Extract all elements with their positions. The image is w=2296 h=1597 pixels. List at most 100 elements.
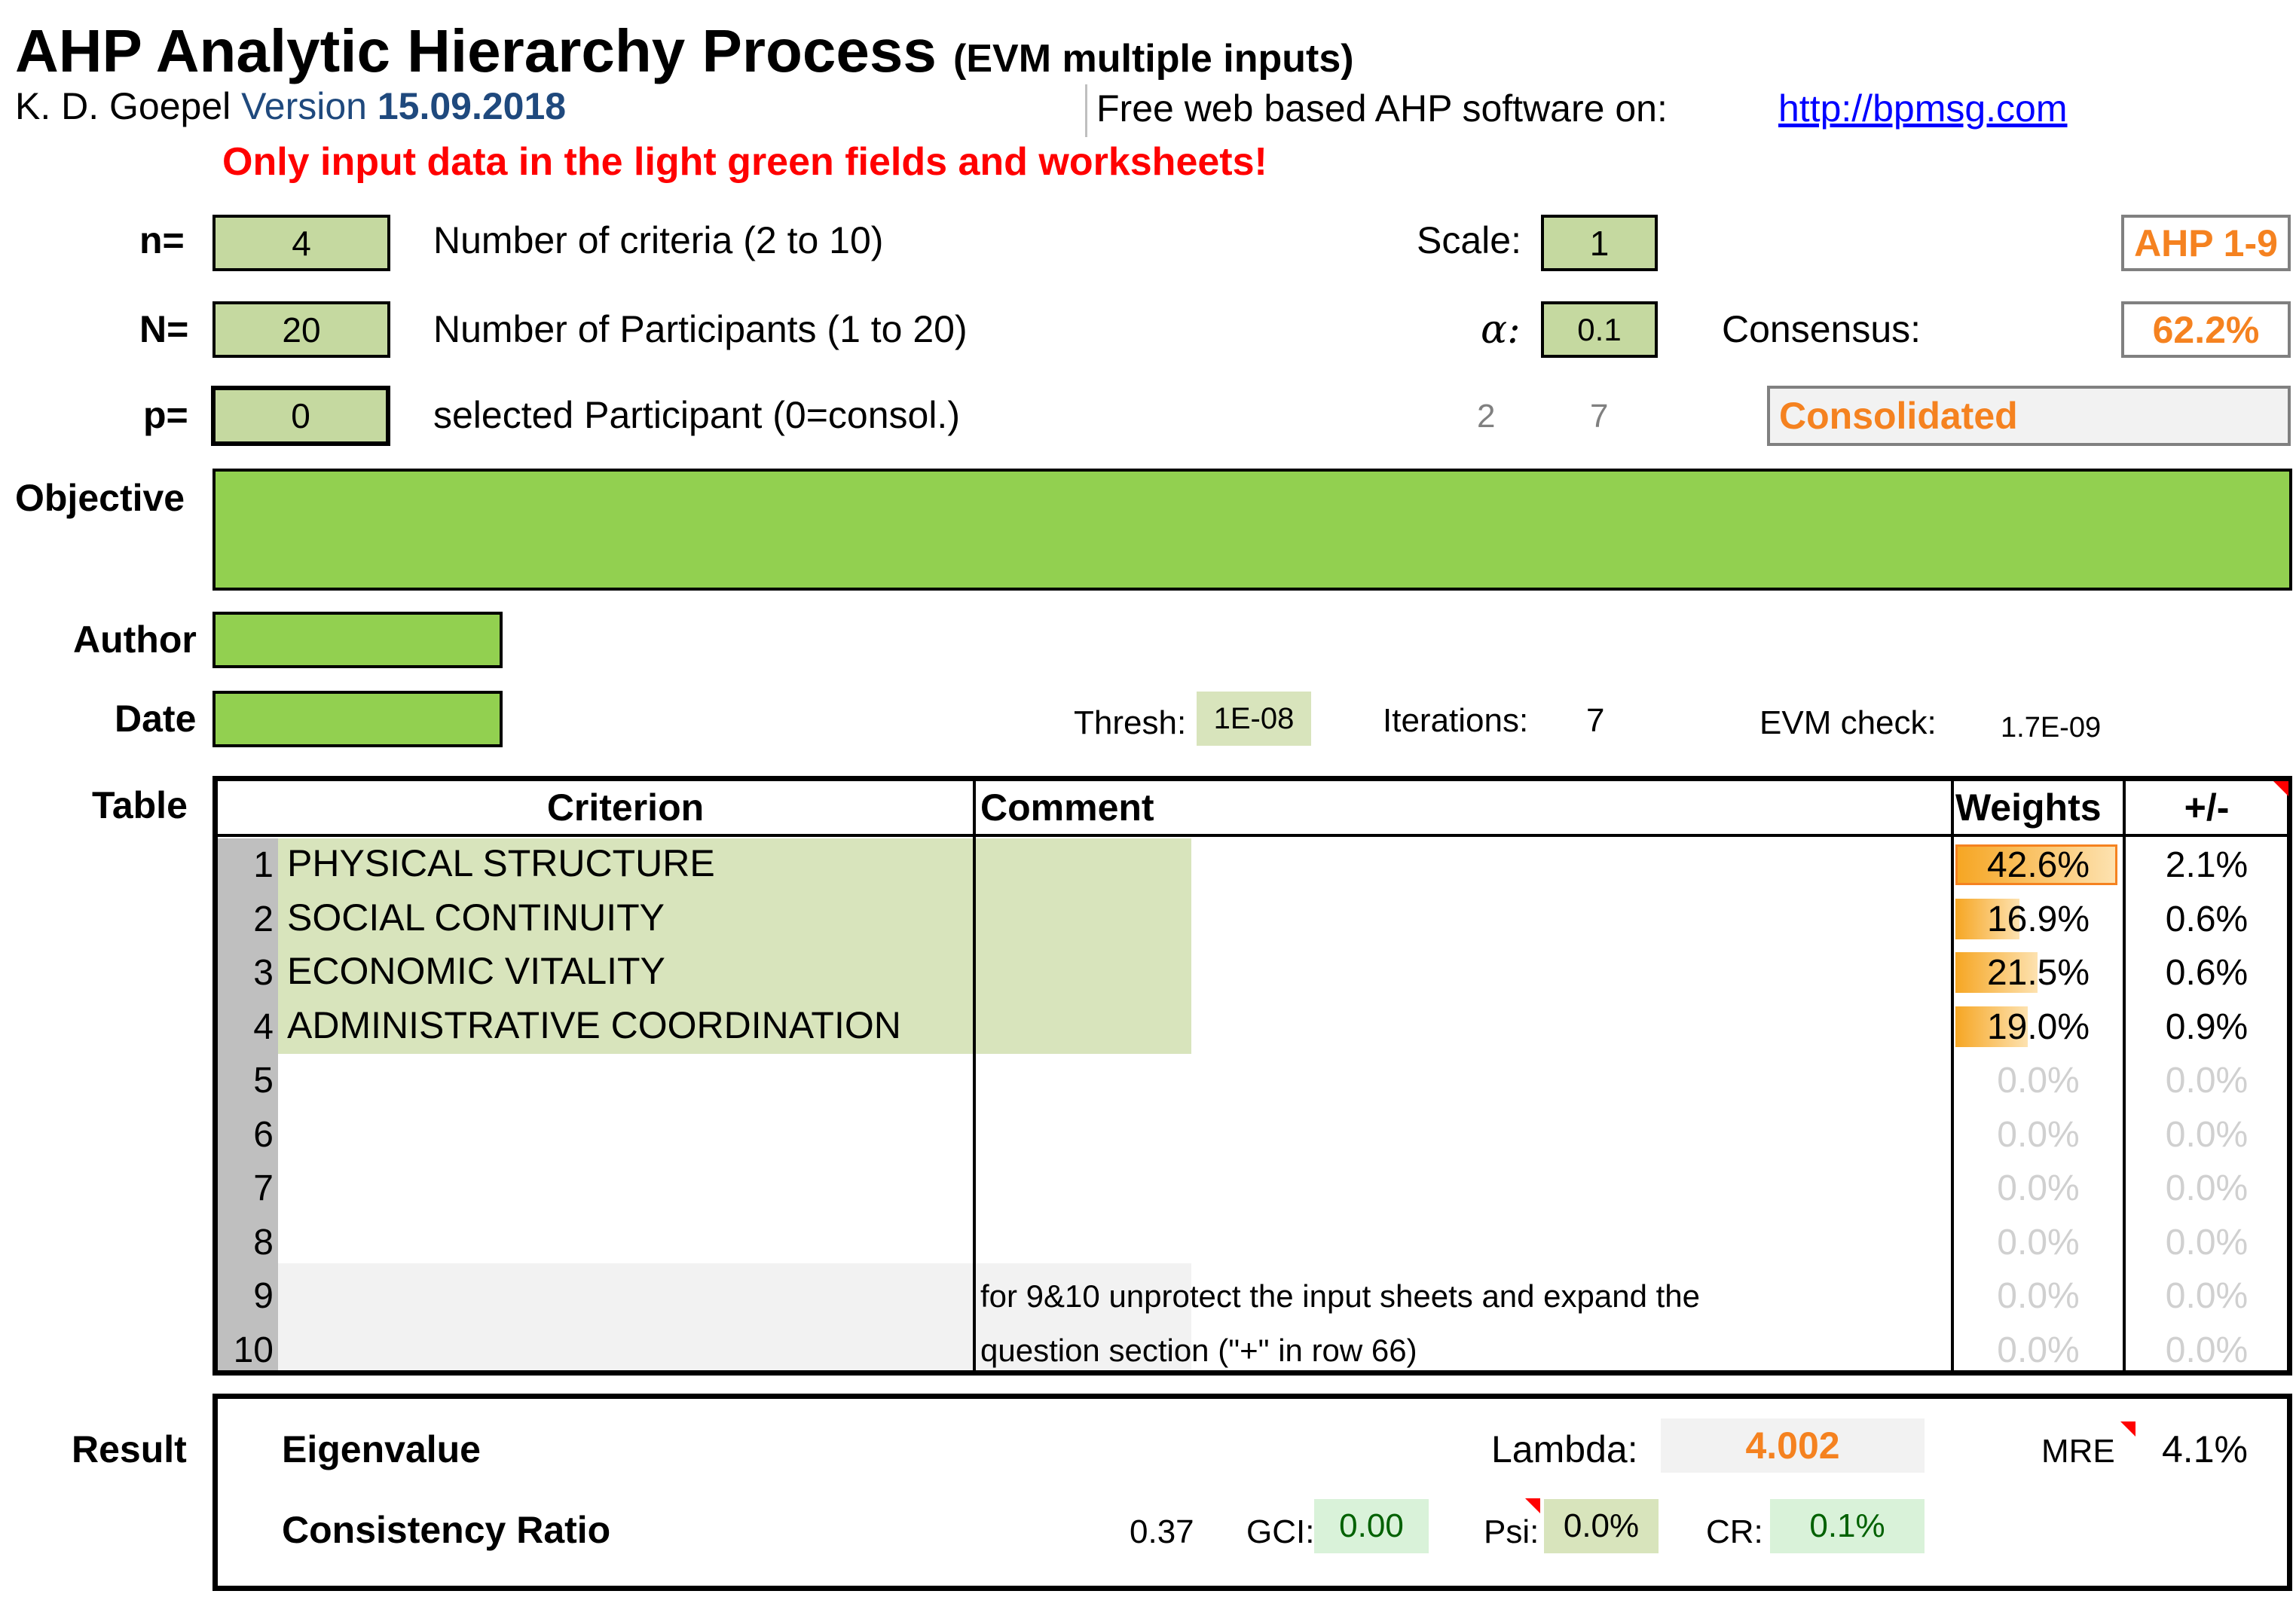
plus-minus-cell: 2.1% xyxy=(2165,845,2249,885)
web-text: Free web based AHP software on: xyxy=(1096,87,1668,130)
comment-cell[interactable]: question section ("+" in row 66) xyxy=(980,1333,1417,1369)
row-number: 10 xyxy=(233,1330,274,1370)
plus-minus-cell: 0.9% xyxy=(2165,1006,2249,1047)
row-number: 5 xyxy=(253,1061,274,1101)
row-number: 8 xyxy=(253,1222,274,1263)
plus-minus-cell: 0.6% xyxy=(2165,953,2249,993)
plus-minus-cell: 0.0% xyxy=(2165,1114,2249,1155)
thresh-label: Thresh: xyxy=(1074,704,1187,741)
p-input[interactable]: 0 xyxy=(211,386,390,446)
p-label: p= xyxy=(143,394,188,436)
date-label: Date xyxy=(115,698,197,740)
date-input[interactable] xyxy=(212,691,503,747)
scale-input[interactable]: 1 xyxy=(1541,215,1658,271)
thresh-value[interactable]: 1E-08 xyxy=(1197,692,1311,746)
row-number: 4 xyxy=(253,1006,274,1047)
row-number: 3 xyxy=(253,953,274,993)
psi-marker xyxy=(1525,1498,1540,1513)
mre-marker xyxy=(2120,1421,2135,1437)
criterion-cell[interactable]: ADMINISTRATIVE COORDINATION xyxy=(287,1003,901,1047)
result-box: Eigenvalue Lambda: 4.002 MRE 4.1% Consis… xyxy=(212,1394,2292,1591)
ri-value: 0.37 xyxy=(1130,1513,1194,1550)
alpha-input[interactable]: 0.1 xyxy=(1541,301,1658,358)
author-label: Author xyxy=(73,618,197,661)
objective-input[interactable] xyxy=(212,469,2292,591)
consistency-ratio-label: Consistency Ratio xyxy=(282,1509,611,1551)
cr-value: 0.1% xyxy=(1770,1499,1925,1553)
iterations-value: 7 xyxy=(1586,702,1605,739)
weight-cell: 0.0% xyxy=(1997,1061,2080,1101)
plus-minus-cell: 0.0% xyxy=(2165,1330,2249,1370)
author-version: K. D. Goepel Version 15.09.2018 xyxy=(15,84,566,128)
p-desc: selected Participant (0=consol.) xyxy=(433,394,960,436)
row-number: 7 xyxy=(253,1168,274,1208)
consensus-label: Consensus: xyxy=(1722,308,1921,350)
psi-label: Psi: xyxy=(1484,1513,1539,1550)
aux-value-2: 7 xyxy=(1590,398,1609,435)
criteria-table: Criterion Comment Weights +/- 1 PHYSICAL … xyxy=(212,776,2292,1376)
alpha-label: α: xyxy=(1481,307,1521,353)
mre-label: MRE xyxy=(2041,1433,2115,1470)
N-label: N= xyxy=(139,308,189,350)
psi-value: 0.0% xyxy=(1544,1499,1659,1553)
header-rule xyxy=(218,834,2287,837)
title-main: AHP Analytic Hierarchy Process xyxy=(15,17,937,84)
weight-cell: 0.0% xyxy=(1997,1168,2080,1208)
plus-minus-cell: 0.0% xyxy=(2165,1168,2249,1208)
weight-cell: 0.0% xyxy=(1997,1114,2080,1155)
aux-value-1: 2 xyxy=(1477,398,1496,435)
row-number: 1 xyxy=(253,845,274,885)
author-input[interactable] xyxy=(212,612,503,668)
iterations-label: Iterations: xyxy=(1383,702,1529,739)
lambda-value: 4.002 xyxy=(1661,1418,1925,1473)
table-label: Table xyxy=(92,784,188,826)
header-criterion: Criterion xyxy=(546,786,705,829)
row-number: 9 xyxy=(253,1276,274,1316)
consensus-value: 62.2% xyxy=(2121,301,2291,358)
evm-value: 1.7E-09 xyxy=(2001,712,2102,744)
plus-minus-cell: 0.0% xyxy=(2165,1276,2249,1316)
scale-label: Scale: xyxy=(1417,219,1521,261)
weight-cell: 0.0% xyxy=(1997,1222,2080,1263)
plus-minus-cell: 0.0% xyxy=(2165,1061,2249,1101)
plus-minus-cell: 0.0% xyxy=(2165,1222,2249,1263)
lambda-label: Lambda: xyxy=(1491,1428,1638,1470)
objective-label: Objective xyxy=(15,477,185,519)
criterion-cell[interactable]: ECONOMIC VITALITY xyxy=(287,949,665,993)
col-divider-1 xyxy=(973,781,976,1370)
weight-cell: 0.0% xyxy=(1997,1276,2080,1316)
version-label: Version xyxy=(241,85,367,127)
weight-cell: 42.6% xyxy=(1986,845,2090,885)
criterion-cell[interactable]: SOCIAL CONTINUITY xyxy=(287,896,665,939)
N-desc: Number of Participants (1 to 20) xyxy=(433,308,968,350)
n-desc: Number of criteria (2 to 10) xyxy=(433,219,884,261)
version-value: 15.09.2018 xyxy=(377,85,567,127)
criterion-cell[interactable]: PHYSICAL STRUCTURE xyxy=(287,841,715,885)
comment-cell[interactable]: for 9&10 unprotect the input sheets and … xyxy=(980,1278,1700,1315)
header-plus-minus: +/- xyxy=(2184,786,2230,829)
row-number: 2 xyxy=(253,899,274,939)
evm-label: EVM check: xyxy=(1759,704,1937,741)
gci-label: GCI: xyxy=(1246,1513,1315,1550)
web-link[interactable]: http://bpmsg.com xyxy=(1778,87,2068,130)
weight-cell: 16.9% xyxy=(1986,899,2090,939)
N-input[interactable]: 20 xyxy=(212,301,390,358)
warning-text: Only input data in the light green field… xyxy=(222,140,1267,184)
weight-cell: 21.5% xyxy=(1986,953,2090,993)
gci-value: 0.00 xyxy=(1314,1499,1429,1553)
plus-minus-cell: 0.6% xyxy=(2165,899,2249,939)
page-title: AHP Analytic Hierarchy Process (EVM mult… xyxy=(15,17,1354,86)
col-divider-2 xyxy=(1951,781,1954,1370)
header-weights: Weights xyxy=(1955,786,2102,829)
header-comment: Comment xyxy=(980,786,1154,829)
divider xyxy=(1085,84,1087,137)
title-sub: (EVM multiple inputs) xyxy=(953,37,1354,81)
weight-cell: 0.0% xyxy=(1997,1330,2080,1370)
scale-name: AHP 1-9 xyxy=(2121,215,2291,271)
n-label: n= xyxy=(139,219,185,261)
row-number: 6 xyxy=(253,1114,274,1155)
cr-label: CR: xyxy=(1706,1513,1763,1550)
participant-name: Consolidated xyxy=(1767,386,2291,446)
n-input[interactable]: 4 xyxy=(212,215,390,271)
result-label: Result xyxy=(72,1428,187,1470)
